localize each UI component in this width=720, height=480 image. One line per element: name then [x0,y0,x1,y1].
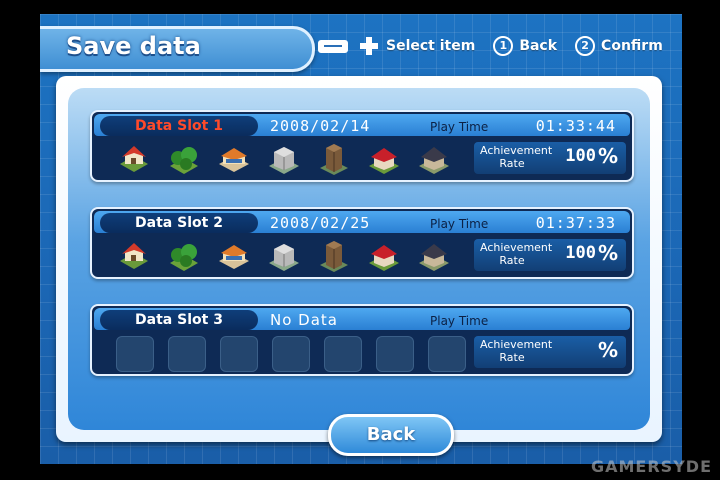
slot-label: Data Slot 1 [100,116,258,136]
button-1-icon: 1 [493,36,514,56]
trees-icon [170,244,198,271]
hint-select: Select item [360,37,493,55]
dark-house-icon [419,244,449,271]
button-2-icon: 2 [575,36,596,56]
slot-date: No Data [270,311,338,329]
dark-house-icon [419,147,449,174]
data-slot-2[interactable]: Data Slot 2 2008/02/25 Play Time 01:37:3… [90,207,634,279]
slot-label: Data Slot 2 [100,213,258,233]
achievement-unit: % [597,241,618,265]
building-row [116,239,452,275]
tower-building-icon [320,144,348,175]
red-roof-house-icon [120,243,148,269]
achievement-label: Achievement Rate [480,338,553,364]
red-barn-icon [369,245,399,271]
watermark: GAMERSYDE [590,457,712,476]
save-panel: Data Slot 1 2008/02/14 Play Time 01:33:4… [56,76,662,456]
playtime-value: 01:37:33 [535,214,616,232]
empty-tile [168,336,206,372]
tower-building-icon [320,241,348,272]
building-row [116,142,452,178]
slot-header: Data Slot 2 2008/02/25 Play Time 01:37:3… [94,211,630,233]
playtime-label: Play Time [430,217,489,231]
data-slot-3[interactable]: Data Slot 3 No Data Play Time Achievemen… [90,304,634,376]
playtime-value: 01:33:44 [535,117,616,135]
shop-icon [219,245,249,269]
empty-tile [220,336,258,372]
empty-building-row [116,336,466,372]
grey-building-icon [269,147,299,174]
hint-back: 1 Back [493,36,575,56]
playtime-label: Play Time [430,314,489,328]
data-slot-1[interactable]: Data Slot 1 2008/02/14 Play Time 01:33:4… [90,110,634,182]
achievement-value: 100 [565,243,596,263]
empty-tile [116,336,154,372]
hint-back-label: Back [519,38,558,54]
hint-select-label: Select item [386,38,476,54]
slot-date: 2008/02/25 [270,214,371,232]
page-title: Save data [66,32,201,60]
title-bar: Save data [40,26,315,72]
dpad-icon [360,37,378,55]
slot-date: 2008/02/14 [270,117,371,135]
achievement-label: Achievement Rate [480,241,553,267]
hint-confirm: 2 Confirm [575,36,681,56]
achievement-unit: % [597,144,618,168]
save-panel-inner: Data Slot 1 2008/02/14 Play Time 01:33:4… [68,88,650,456]
achievement-value: 100 [565,146,596,166]
achievement-box: Achievement Rate % [474,336,626,368]
grey-building-icon [269,244,299,271]
slot-header: Data Slot 1 2008/02/14 Play Time 01:33:4… [94,114,630,136]
empty-tile [376,336,414,372]
red-roof-house-icon [120,146,148,172]
playtime-label: Play Time [430,120,489,134]
achievement-label: Achievement Rate [480,144,553,170]
back-button[interactable]: Back [328,414,454,456]
achievement-unit: % [597,338,618,362]
empty-tile [272,336,310,372]
minus-button-icon [318,39,348,53]
slot-header: Data Slot 3 No Data Play Time [94,308,630,330]
empty-tile [428,336,466,372]
achievement-box: Achievement Rate 100 % [474,142,626,174]
trees-icon [170,147,198,174]
slot-label: Data Slot 3 [100,310,258,330]
save-data-screen: Save data Select item 1 Back 2 Confirm D… [40,14,682,464]
button-hints: Select item 1 Back 2 Confirm [318,36,681,56]
shop-icon [219,148,249,172]
red-barn-icon [369,148,399,174]
empty-tile [324,336,362,372]
hint-confirm-label: Confirm [601,38,663,54]
achievement-box: Achievement Rate 100 % [474,239,626,271]
